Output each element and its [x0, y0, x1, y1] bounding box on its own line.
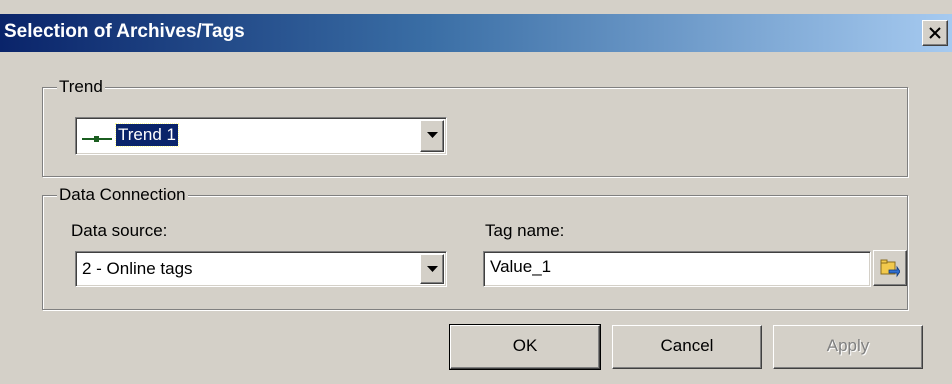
ok-button[interactable]: OK: [449, 324, 601, 370]
browse-tags-icon: [880, 259, 900, 278]
data-source-dropdown-button[interactable]: [420, 254, 444, 284]
title-bar: Selection of Archives/Tags: [0, 14, 952, 52]
apply-button[interactable]: Apply: [773, 325, 923, 369]
trend-select[interactable]: Trend 1: [75, 117, 447, 155]
data-source-label: Data source:: [71, 221, 168, 240]
data-connection-legend: Data Connection: [57, 185, 188, 205]
trend-dropdown-button[interactable]: [420, 120, 444, 152]
chevron-down-icon: [427, 266, 438, 272]
close-button[interactable]: [922, 20, 948, 46]
dialog-window: Selection of Archives/Tags Trend Trend 1…: [0, 0, 952, 384]
tag-name-label: Tag name:: [485, 221, 565, 240]
dialog-title: Selection of Archives/Tags: [4, 21, 245, 42]
tag-name-input[interactable]: Value_1: [483, 251, 871, 287]
trend-line-swatch-icon: [82, 136, 112, 142]
data-connection-group: Data Connection Data source: 2 - Online …: [42, 185, 908, 310]
browse-tags-button[interactable]: [873, 250, 907, 286]
tag-name-value: Value_1: [490, 257, 552, 276]
cancel-button[interactable]: Cancel: [612, 325, 762, 369]
data-source-value: 2 - Online tags: [82, 259, 193, 278]
close-icon: [929, 27, 941, 39]
trend-selected-value: Trend 1: [115, 123, 179, 147]
data-source-select[interactable]: 2 - Online tags: [75, 251, 447, 287]
chevron-down-icon: [427, 132, 438, 138]
trend-group: Trend Trend 1: [42, 77, 908, 177]
trend-group-legend: Trend: [57, 77, 105, 97]
